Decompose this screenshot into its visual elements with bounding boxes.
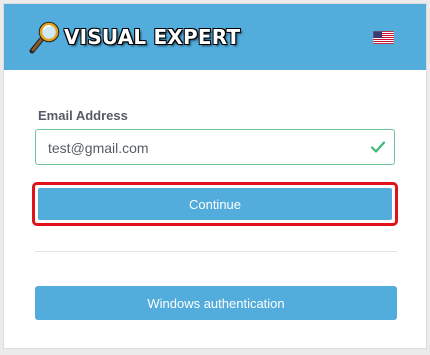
magnifier-icon: [29, 21, 60, 54]
login-card: VISUAL EXPERT Email Address test@gmail.c…: [3, 3, 427, 349]
us-flag-icon[interactable]: [373, 31, 394, 44]
continue-button[interactable]: Continue: [38, 188, 392, 220]
email-label: Email Address: [38, 108, 128, 123]
header-bar: VISUAL EXPERT: [4, 4, 426, 70]
email-field[interactable]: test@gmail.com: [35, 129, 395, 165]
windows-authentication-button[interactable]: Windows authentication: [35, 286, 397, 320]
email-value[interactable]: test@gmail.com: [48, 140, 149, 156]
brand-logo: VISUAL EXPERT: [28, 20, 240, 54]
check-icon: [370, 141, 386, 153]
continue-highlight: Continue: [32, 182, 398, 226]
divider: [35, 251, 397, 252]
brand-name: VISUAL EXPERT: [64, 25, 241, 49]
